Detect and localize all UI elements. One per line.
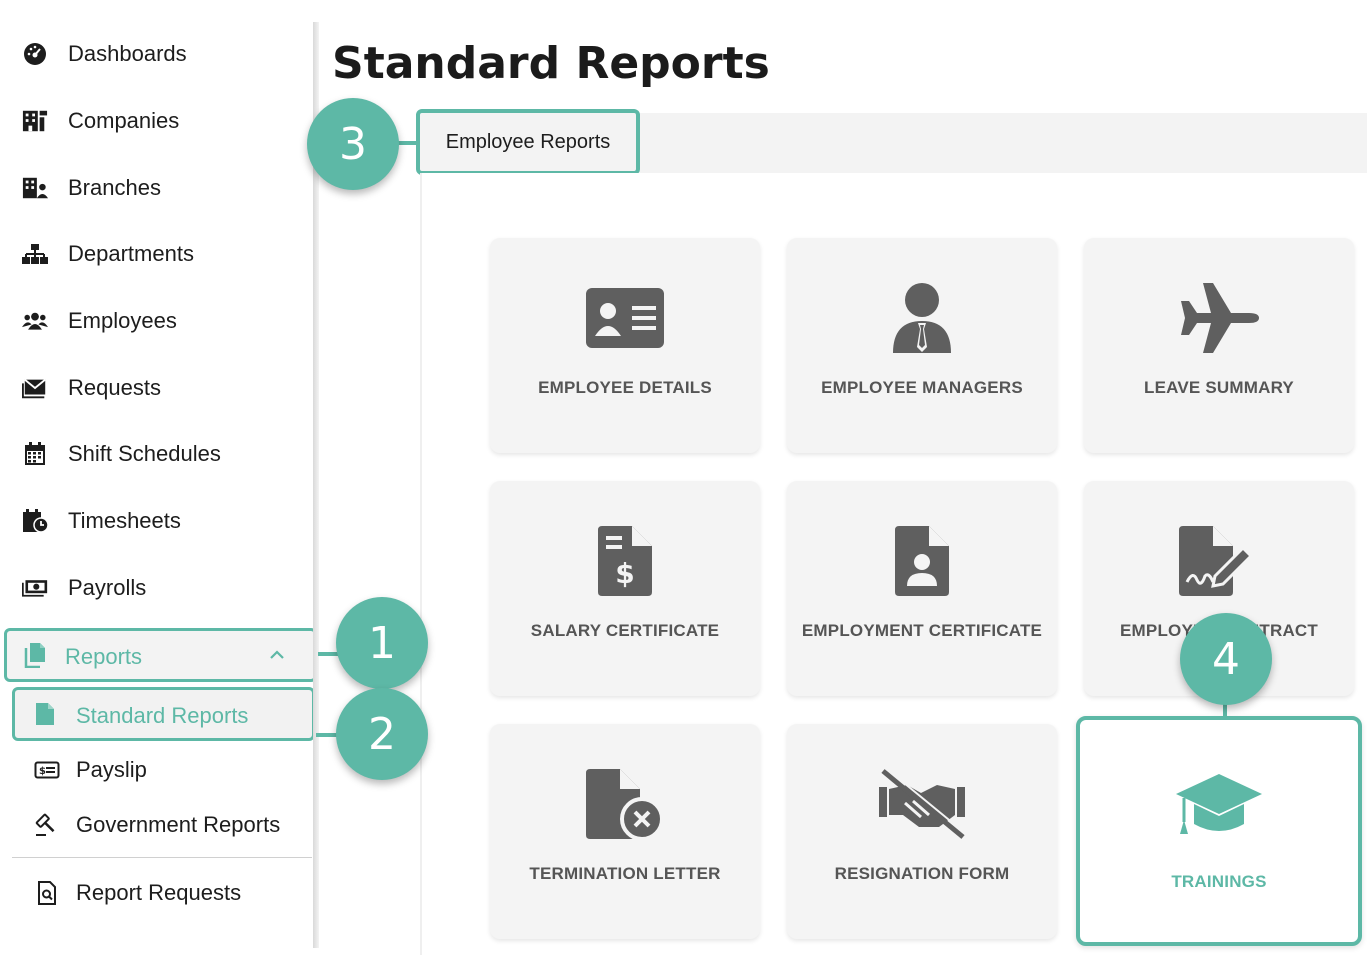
sidebar-item-label: Reports — [65, 644, 143, 669]
sidebar-item-label: Standard Reports — [76, 703, 249, 728]
sidebar-item-label: Companies — [68, 108, 180, 133]
card-label: TRAININGS — [1171, 872, 1267, 891]
sidebar-item-standard-reports[interactable]: Standard Reports — [12, 687, 315, 741]
svg-text:$: $ — [615, 557, 634, 590]
card-label: TERMINATION LETTER — [529, 864, 721, 883]
file-x-icon — [580, 764, 670, 844]
file-search-icon — [34, 880, 60, 906]
card-employee-details[interactable]: EMPLOYEE DETAILS — [490, 238, 760, 453]
card-employee-managers[interactable]: EMPLOYEE MANAGERS — [787, 238, 1057, 453]
file-invoice-dollar-icon: $ — [580, 521, 670, 601]
file-signature-icon — [1174, 521, 1264, 601]
sidebar-item-companies[interactable]: Companies — [0, 96, 310, 146]
sidebar-item-government-reports[interactable]: Government Reports — [0, 800, 310, 850]
sidebar-item-label: Payrolls — [68, 575, 147, 600]
money-icon — [22, 575, 48, 601]
sidebar-item-requests[interactable]: Requests — [0, 363, 310, 413]
envelope-icon — [22, 375, 48, 401]
card-salary-certificate[interactable]: $ SALARY CERTIFICATE — [490, 481, 760, 696]
sidebar-item-payrolls[interactable]: Payrolls — [0, 563, 310, 613]
card-label: RESIGNATION FORM — [834, 864, 1010, 883]
card-label: EMPLOYEE MANAGERS — [821, 378, 1023, 397]
step-badge-3: 3 — [307, 98, 399, 190]
sidebar-item-label: Employees — [68, 308, 177, 333]
step-badge-1: 1 — [336, 597, 428, 689]
sidebar-item-branches[interactable]: Branches — [0, 163, 310, 213]
step-badge-2: 2 — [336, 688, 428, 780]
id-card-icon — [580, 278, 670, 358]
card-label: EMPLOYEE DETAILS — [538, 378, 712, 397]
sidebar-item-reports[interactable]: Reports — [4, 628, 317, 682]
page-title: Standard Reports — [332, 38, 770, 89]
tab-employee-reports[interactable]: Employee Reports — [416, 109, 640, 175]
sidebar-item-label: Government Reports — [76, 812, 281, 837]
sidebar-item-label: Requests — [68, 375, 161, 400]
sidebar-item-label: Branches — [68, 175, 161, 200]
card-label: EMPLOYMENT CERTIFICATE — [801, 621, 1043, 640]
sidebar-item-shift-schedules[interactable]: Shift Schedules — [0, 429, 310, 479]
card-label: LEAVE SUMMARY — [1144, 378, 1294, 397]
money-slip-icon: $ — [34, 757, 60, 783]
badge-connector — [318, 652, 338, 656]
file-user-icon — [877, 521, 967, 601]
calendar-icon — [22, 441, 48, 467]
sidebar-item-label: Departments — [68, 241, 194, 266]
card-termination-letter[interactable]: TERMINATION LETTER — [490, 724, 760, 939]
gauge-icon — [22, 41, 48, 67]
building-user-icon — [22, 175, 48, 201]
sidebar-item-label: Payslip — [76, 757, 147, 782]
step-badge-4: 4 — [1180, 613, 1272, 705]
card-resignation-form[interactable]: RESIGNATION FORM — [787, 724, 1057, 939]
sidebar-item-label: Shift Schedules — [68, 441, 221, 466]
svg-text:$: $ — [39, 766, 46, 777]
handshake-slash-icon — [877, 764, 967, 844]
sidebar-item-payslip[interactable]: $ Payslip — [0, 745, 310, 795]
plane-icon — [1174, 278, 1264, 358]
building-icon — [22, 108, 48, 134]
badge-connector — [396, 141, 420, 145]
card-trainings[interactable]: TRAININGS — [1076, 716, 1362, 946]
sidebar-item-report-requests[interactable]: Report Requests — [0, 868, 310, 918]
sitemap-icon — [22, 241, 48, 267]
sidebar-item-departments[interactable]: Departments — [0, 229, 310, 279]
file-icon — [35, 702, 55, 731]
sidebar-item-timesheets[interactable]: Timesheets — [0, 496, 310, 546]
sidebar-item-label: Report Requests — [76, 880, 242, 905]
sidebar-divider-line — [12, 857, 312, 858]
users-icon — [22, 308, 48, 334]
sidebar-item-dashboards[interactable]: Dashboards — [0, 29, 310, 79]
user-tie-icon — [877, 278, 967, 358]
gavel-icon — [34, 812, 60, 838]
card-leave-summary[interactable]: LEAVE SUMMARY — [1084, 238, 1354, 453]
graduation-cap-icon — [1174, 764, 1264, 844]
sidebar-item-employees[interactable]: Employees — [0, 296, 310, 346]
calendar-clock-icon — [22, 508, 48, 534]
sidebar: Dashboards Companies Branches Department… — [0, 0, 317, 955]
chevron-up-icon[interactable] — [269, 648, 285, 666]
sidebar-item-label: Dashboards — [68, 41, 187, 66]
sidebar-item-label: Timesheets — [68, 508, 181, 533]
badge-connector — [316, 733, 338, 737]
card-employment-certificate[interactable]: EMPLOYMENT CERTIFICATE — [787, 481, 1057, 696]
copy-icon — [23, 642, 47, 673]
card-label: SALARY CERTIFICATE — [530, 621, 720, 640]
